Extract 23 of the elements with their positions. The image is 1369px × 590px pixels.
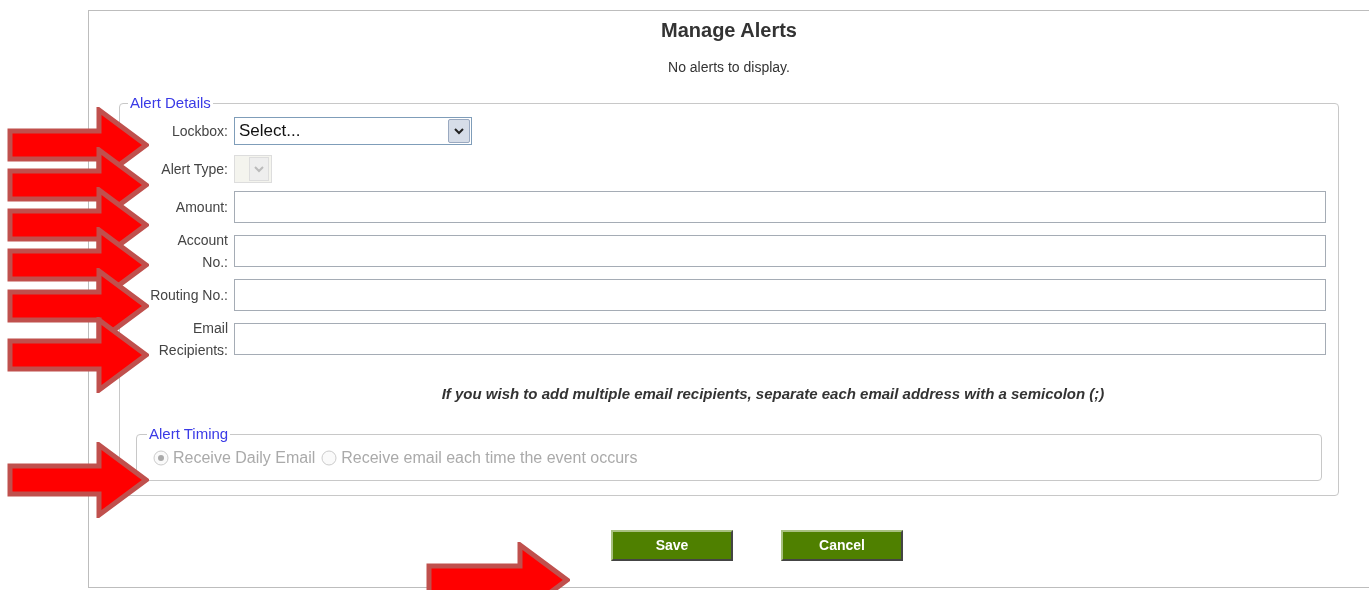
dropdown[interactable]: Select... [234,116,472,145]
caret-icon [453,126,465,135]
input-field[interactable] [234,322,1326,355]
pointer-arrow-icon [7,442,149,518]
page-title: Manage Alerts [661,18,797,43]
section-legend: Alert Details [128,92,213,115]
input-field[interactable] [234,278,1326,311]
section-legend: Alert Timing [147,423,231,446]
field-label: Lockbox: [170,121,228,141]
pointer-arrow-icon [7,317,149,393]
pointer-arrow-icon [426,542,570,590]
field-label: Routing No.: [149,285,228,305]
empty-message: No alerts to display. [668,58,790,77]
caret-icon [253,164,265,173]
field-label: Amount: [174,197,228,217]
action-button[interactable]: Cancel [781,529,903,561]
action-button[interactable]: Save [611,529,733,561]
input-field[interactable] [234,234,1326,267]
field-label: Account No.: [176,230,228,272]
field-label: Alert Type: [160,159,228,179]
help-note: If you wish to add multiple email recipients, separate each email address with a semicolon (;) [440,383,1106,404]
input-field[interactable] [234,190,1326,223]
field-label: Email Recipients: [157,318,228,360]
